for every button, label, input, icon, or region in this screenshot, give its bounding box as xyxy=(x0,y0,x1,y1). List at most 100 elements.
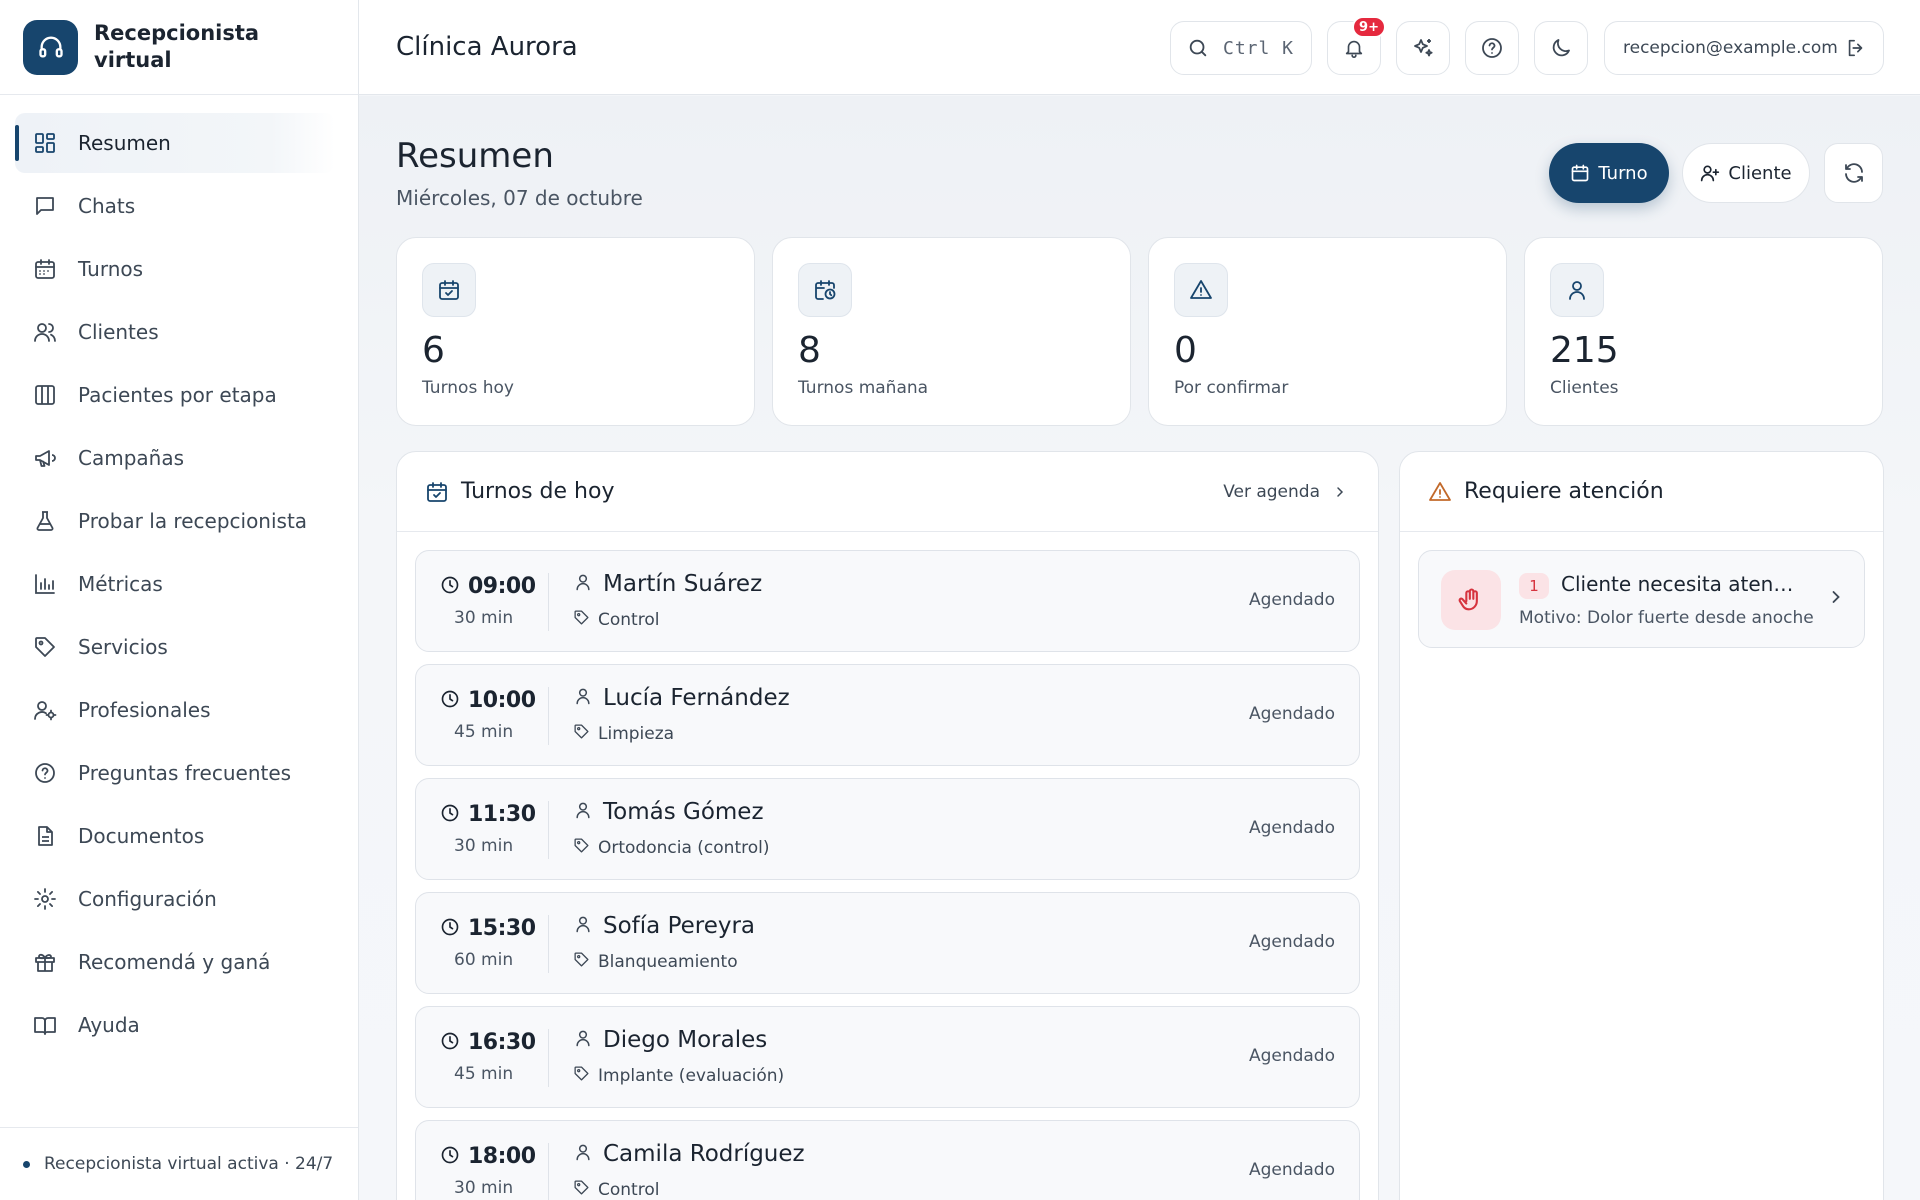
sidebar-item-preguntas[interactable]: Preguntas frecuentes xyxy=(15,743,335,803)
sidebar-item-resumen[interactable]: Resumen xyxy=(15,113,335,173)
stat-card-turnos-hoy[interactable]: 6 Turnos hoy xyxy=(396,237,755,426)
patient-name: Lucía Fernández xyxy=(603,685,790,711)
sidebar-item-ayuda[interactable]: Ayuda xyxy=(15,995,335,1055)
status-badge: Agendado xyxy=(1248,704,1335,724)
warning-icon xyxy=(1429,481,1451,501)
logout-icon[interactable] xyxy=(1845,37,1867,59)
sparkles-icon xyxy=(1414,39,1433,57)
sidebar-item-turnos[interactable]: Turnos xyxy=(15,239,335,299)
appointment-duration: 45 min xyxy=(454,1064,514,1084)
sidebar-item-label: Pacientes por etapa xyxy=(78,383,277,407)
today-appointments-panel: Turnos de hoy Ver agenda 09:00 30 min Mart… xyxy=(396,451,1379,1200)
status-badge: Agendado xyxy=(1248,1160,1335,1180)
user-icon xyxy=(573,914,593,938)
search-button[interactable]: Ctrl K xyxy=(1170,21,1312,75)
stat-label: Clientes xyxy=(1550,378,1619,398)
user-icon xyxy=(573,800,593,824)
chat-icon xyxy=(32,193,58,219)
sidebar-item-clientes[interactable]: Clientes xyxy=(15,302,335,362)
stat-card-clientes[interactable]: 215 Clientes xyxy=(1524,237,1883,426)
sidebar-item-label: Clientes xyxy=(78,320,159,344)
sidebar-item-chats[interactable]: Chats xyxy=(15,176,335,236)
appointment-service: Limpieza xyxy=(573,723,674,744)
appointment-card[interactable]: 11:30 30 min Tomás Gómez Ortodoncia (contro… xyxy=(415,778,1360,880)
new-client-button[interactable]: Cliente xyxy=(1682,143,1810,203)
search-shortcut: Ctrl K xyxy=(1223,37,1295,59)
tag-icon xyxy=(573,1179,590,1200)
sidebar-item-probar[interactable]: Probar la recepcionista xyxy=(15,491,335,551)
page-date: Miércoles, 07 de octubre xyxy=(396,186,643,210)
sidebar-item-pacientes-por-etapa[interactable]: Pacientes por etapa xyxy=(15,365,335,425)
user-menu[interactable]: recepcion@example.com xyxy=(1604,21,1884,75)
stat-label: Turnos mañana xyxy=(798,378,929,398)
user-icon xyxy=(573,572,593,596)
stat-card-por-confirmar[interactable]: 0 Por confirmar xyxy=(1148,237,1507,426)
status-badge: Agendado xyxy=(1248,1046,1335,1066)
patient-name: Sofía Pereyra xyxy=(603,913,756,939)
sidebar-item-metricas[interactable]: Métricas xyxy=(15,554,335,614)
appointment-duration: 30 min xyxy=(454,836,514,856)
notifications-button[interactable]: 9+ xyxy=(1327,16,1386,75)
ai-assistant-button[interactable] xyxy=(1396,21,1450,75)
sidebar-item-label: Recomendá y ganá xyxy=(78,950,271,974)
appointment-card[interactable]: 16:30 45 min Diego Morales Implante (evalua… xyxy=(415,1006,1360,1108)
appointment-service: Implante (evaluación) xyxy=(573,1065,784,1086)
stat-value: 215 xyxy=(1550,330,1619,371)
sidebar-item-recomenda[interactable]: Recomendá y ganá xyxy=(15,932,335,992)
dashboard-icon xyxy=(32,130,58,156)
appointment-card[interactable]: 09:00 30 min Martín Suárez Control Agendado xyxy=(415,550,1360,652)
clinic-name: Clínica Aurora xyxy=(396,32,578,62)
sidebar-item-servicios[interactable]: Servicios xyxy=(15,617,335,677)
divider xyxy=(548,573,549,631)
panel-title: Requiere atención xyxy=(1464,479,1664,504)
view-agenda-link[interactable]: Ver agenda xyxy=(1223,482,1348,502)
sidebar-item-profesionales[interactable]: Profesionales xyxy=(15,680,335,740)
theme-toggle-button[interactable] xyxy=(1534,21,1588,75)
sidebar-item-label: Servicios xyxy=(78,635,168,659)
help-button[interactable] xyxy=(1465,21,1519,75)
patient-name: Diego Morales xyxy=(603,1027,768,1053)
stat-card-turnos-manana[interactable]: 8 Turnos mañana xyxy=(772,237,1131,426)
document-icon xyxy=(32,823,58,849)
brand-name: Recepcionista virtual xyxy=(94,21,260,72)
appointment-time: 15:30 xyxy=(440,916,536,941)
calendar-plus-icon xyxy=(1572,164,1589,182)
user-icon xyxy=(573,1028,593,1052)
sidebar-item-label: Preguntas frecuentes xyxy=(78,761,292,785)
view-agenda-label: Ver agenda xyxy=(1223,481,1320,502)
appointment-duration: 30 min xyxy=(454,1178,514,1198)
calendar-check-icon xyxy=(422,263,476,317)
new-appointment-button[interactable]: Turno xyxy=(1549,143,1669,203)
sidebar-item-campanas[interactable]: Campañas xyxy=(15,428,335,488)
service-name: Blanqueamiento xyxy=(598,951,738,972)
kanban-icon xyxy=(32,382,58,408)
appointment-time-value: 11:30 xyxy=(468,802,536,827)
brand[interactable]: Recepcionista virtual xyxy=(0,0,358,95)
status-badge: Agendado xyxy=(1248,590,1335,610)
clock-icon xyxy=(440,1031,460,1055)
headset-icon xyxy=(23,19,78,75)
sidebar-item-configuracion[interactable]: Configuración xyxy=(15,869,335,929)
clock-icon xyxy=(440,689,460,713)
warning-icon xyxy=(1174,263,1228,317)
chevron-right-icon xyxy=(1337,486,1344,497)
attention-item[interactable]: 1 Cliente necesita atención Motivo: Dolo… xyxy=(1418,550,1865,648)
sidebar-item-label: Turnos xyxy=(78,257,144,281)
appointment-card[interactable]: 10:00 45 min Lucía Fernández Limpieza Agenda… xyxy=(415,664,1360,766)
sidebar-item-documentos[interactable]: Documentos xyxy=(15,806,335,866)
megaphone-icon xyxy=(32,445,58,471)
appointment-patient: Camila Rodríguez xyxy=(573,1141,805,1167)
panel-header: Turnos de hoy Ver agenda xyxy=(397,452,1378,532)
patient-name: Tomás Gómez xyxy=(603,799,764,825)
sidebar-item-label: Profesionales xyxy=(78,698,211,722)
service-name: Control xyxy=(598,1179,660,1200)
notifications-badge: 9+ xyxy=(1352,16,1386,38)
chevron-right-icon xyxy=(1832,591,1840,603)
stat-value: 0 xyxy=(1174,330,1197,371)
sidebar-nav: Resumen Chats Turnos Clientes Pacientes … xyxy=(0,95,358,1055)
appointment-card[interactable]: 18:00 30 min Camila Rodríguez Control Agenda… xyxy=(415,1120,1360,1200)
user-gear-icon xyxy=(32,697,58,723)
refresh-button[interactable] xyxy=(1824,143,1883,203)
stat-value: 8 xyxy=(798,330,821,371)
appointment-card[interactable]: 15:30 60 min Sofía Pereyra Blanqueamiento Ag… xyxy=(415,892,1360,994)
